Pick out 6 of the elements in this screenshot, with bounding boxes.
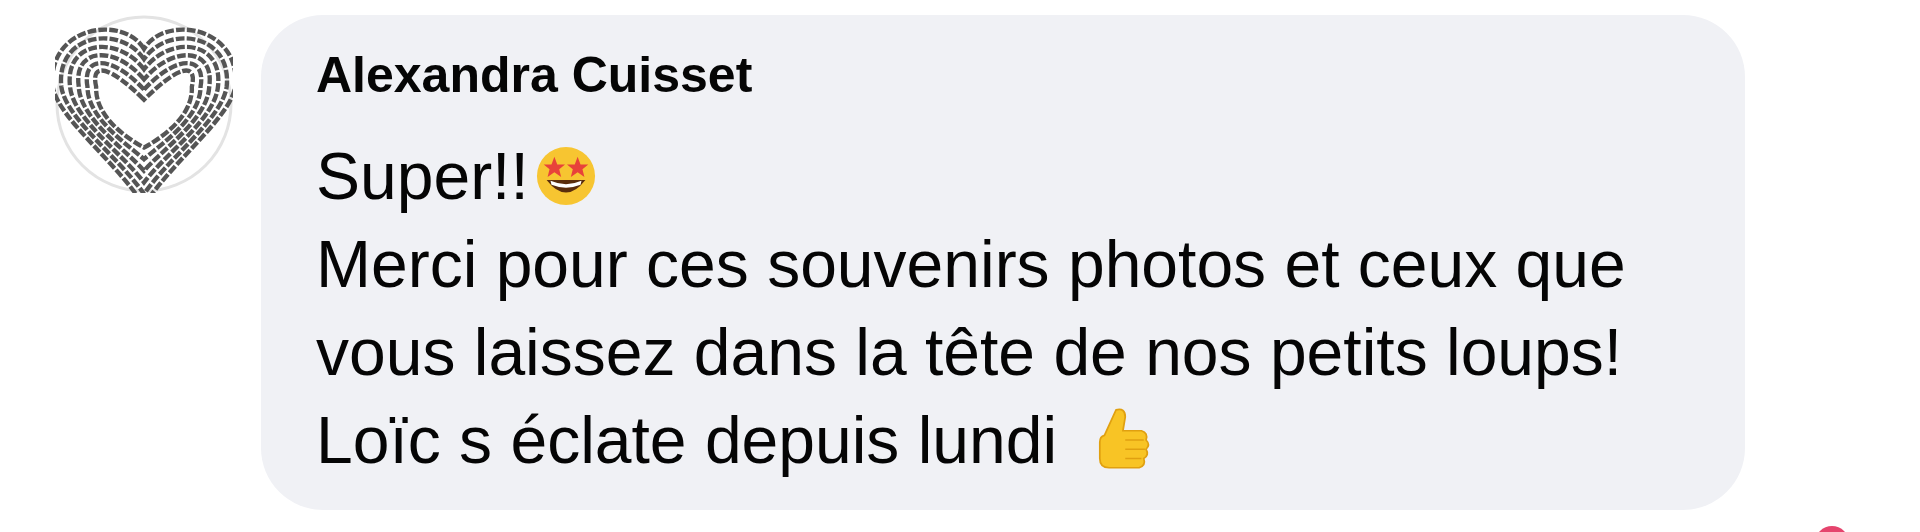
comment-text: Loïc s éclate depuis lundi [316,402,1058,479]
comment-text: vous laissez dans la tête de nos petits loups! [316,314,1623,391]
author-name[interactable]: Alexandra Cuisset [316,45,753,105]
comment-text: Merci pour ces souvenirs photos et ceux que [316,226,1626,303]
comment-text: Super!! [316,138,529,215]
star-eyes-face-icon [534,145,597,207]
